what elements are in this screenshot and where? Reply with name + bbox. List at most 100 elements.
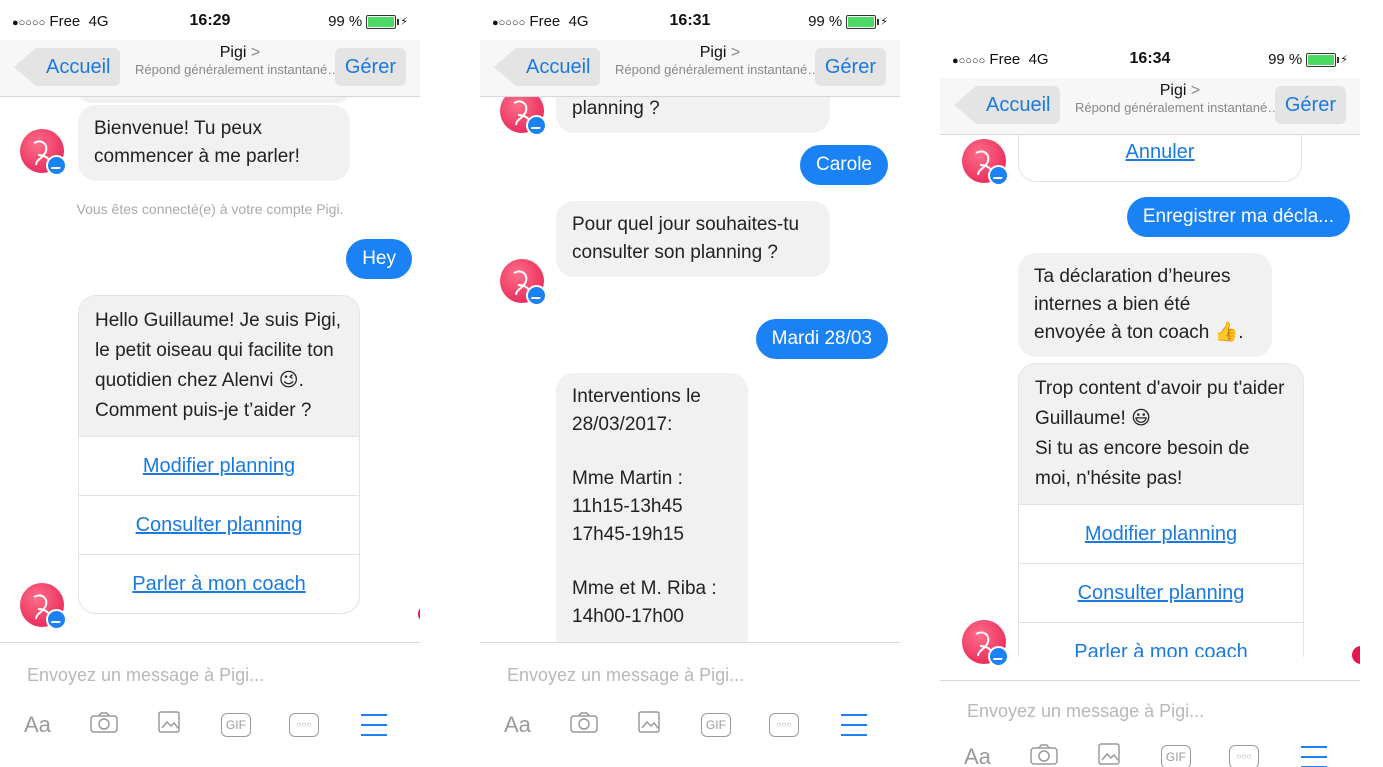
user-message: Mardi 28/03 bbox=[755, 319, 888, 359]
more-icon[interactable]: ○○○ bbox=[288, 712, 319, 737]
phone-screen-2: ●○○○○ Free 4G 16:31 99 % ⚡ Accueil Pigi >… bbox=[480, 0, 900, 767]
text-format-icon[interactable]: Aa bbox=[964, 744, 991, 767]
manage-button[interactable]: Gérer bbox=[814, 48, 886, 86]
conversation-title[interactable]: Pigi > Répond généralement instantanémen… bbox=[1075, 82, 1285, 115]
text-format-icon[interactable]: Aa bbox=[24, 712, 51, 738]
bot-avatar[interactable] bbox=[20, 129, 67, 176]
bot-quick-replies-card: Hello Guillaume! Je suis Pigi, le petit … bbox=[78, 295, 360, 614]
contact-subtitle: Répond généralement instantanément bbox=[1075, 100, 1285, 115]
bot-message: Trop content d'avoir pu t'aider Guillaum… bbox=[1035, 378, 1285, 429]
user-message: Enregistrer ma décla... bbox=[1126, 197, 1350, 237]
phone-screen-3: ●○○○○ Free 4G 16:34 99 % ⚡ Accueil Pigi >… bbox=[940, 38, 1360, 767]
battery-level: 99 % bbox=[808, 13, 843, 30]
nav-bar: Accueil Pigi > Répond généralement insta… bbox=[0, 40, 420, 97]
camera-icon[interactable] bbox=[89, 710, 119, 739]
option-consulter-planning[interactable]: Consulter planning bbox=[79, 495, 359, 554]
bot-message: planning ? bbox=[556, 97, 830, 133]
gallery-icon[interactable] bbox=[637, 709, 663, 740]
bot-message: Pour quel jour souhaites-tu consulter so… bbox=[556, 201, 830, 277]
battery-icon bbox=[366, 14, 400, 29]
composer: Envoyez un message à Pigi... Aa GIF ○○○ bbox=[940, 680, 1360, 767]
bot-avatar[interactable] bbox=[962, 139, 1009, 186]
phone-screen-1: ●○○○○ Free 4G 16:29 99 % ⚡ Accueil Pigi >… bbox=[0, 0, 420, 767]
status-bar: ●○○○○ Free 4G 16:34 99 % ⚡ bbox=[940, 38, 1360, 78]
menu-icon[interactable] bbox=[360, 713, 387, 736]
bot-avatar[interactable] bbox=[500, 259, 547, 306]
conversation-title[interactable]: Pigi > Répond généralement instantanémen… bbox=[615, 44, 825, 77]
chevron-right-icon: > bbox=[250, 44, 261, 61]
gif-icon[interactable]: GIF bbox=[700, 712, 731, 737]
messenger-badge-icon bbox=[46, 609, 67, 630]
bot-avatar[interactable] bbox=[500, 97, 547, 136]
more-icon[interactable]: ○○○ bbox=[1228, 744, 1259, 767]
bot-quick-replies-card: Trop content d'avoir pu t'aider Guillaum… bbox=[1018, 363, 1304, 657]
bot-avatar[interactable] bbox=[20, 583, 67, 630]
message-input[interactable]: Envoyez un message à Pigi... bbox=[967, 701, 1204, 722]
back-button[interactable]: Accueil bbox=[494, 48, 601, 86]
contact-subtitle: Répond généralement instantanément bbox=[135, 62, 345, 77]
battery-icon bbox=[1306, 52, 1340, 67]
bot-message: Bienvenue! Tu peux commencer à me parler… bbox=[78, 105, 350, 181]
composer-toolbar: Aa GIF ○○○ bbox=[964, 741, 1360, 767]
message-input[interactable]: Envoyez un message à Pigi... bbox=[27, 665, 264, 686]
chat-area[interactable]: planning ? Carole Pour quel jour souhait… bbox=[480, 97, 900, 643]
battery-level: 99 % bbox=[1268, 51, 1303, 68]
chat-area[interactable]: Annuler Enregistrer ma décla... Ta décla… bbox=[940, 135, 1360, 657]
option-modifier-planning[interactable]: Modifier planning bbox=[1019, 504, 1303, 563]
option-consulter-planning[interactable]: Consulter planning bbox=[1019, 563, 1303, 622]
messenger-badge-icon bbox=[988, 165, 1009, 186]
contact-subtitle: Répond généralement instantanément bbox=[615, 62, 825, 77]
option-parler-coach[interactable]: Parler à mon coach bbox=[79, 554, 359, 613]
manage-button[interactable]: Gérer bbox=[1274, 86, 1346, 124]
contact-name: Pigi bbox=[699, 44, 727, 61]
gif-icon[interactable]: GIF bbox=[220, 712, 251, 737]
back-button[interactable]: Accueil bbox=[954, 86, 1061, 124]
composer-toolbar: Aa GIF ○○○ bbox=[504, 709, 900, 740]
seen-indicator bbox=[418, 605, 420, 623]
manage-button[interactable]: Gérer bbox=[334, 48, 406, 86]
messenger-badge-icon bbox=[526, 115, 547, 136]
menu-icon[interactable] bbox=[840, 713, 867, 736]
composer: Envoyez un message à Pigi... Aa GIF ○○○ bbox=[480, 642, 900, 767]
user-message: Carole bbox=[800, 145, 888, 185]
chat-area[interactable]: Bienvenue! Tu peux commencer à me parler… bbox=[0, 97, 420, 643]
chevron-right-icon: > bbox=[1190, 82, 1201, 99]
messenger-badge-icon bbox=[526, 285, 547, 306]
contact-name: Pigi bbox=[219, 44, 247, 61]
camera-icon[interactable] bbox=[569, 710, 599, 739]
battery-icon bbox=[846, 14, 880, 29]
messenger-badge-icon bbox=[46, 155, 67, 176]
bot-message: Ta déclaration d’heures internes a bien … bbox=[1018, 253, 1272, 357]
nav-bar: Accueil Pigi > Répond généralement insta… bbox=[480, 40, 900, 97]
option-modifier-planning[interactable]: Modifier planning bbox=[79, 436, 359, 495]
seen-indicator bbox=[1352, 646, 1360, 664]
system-message: Vous êtes connecté(e) à votre compte Pig… bbox=[76, 201, 344, 217]
bot-avatar[interactable] bbox=[962, 620, 1009, 667]
battery-level: 99 % bbox=[328, 13, 363, 30]
option-annuler[interactable]: Annuler bbox=[1019, 135, 1301, 181]
status-bar: ●○○○○ Free 4G 16:31 99 % ⚡ bbox=[480, 0, 900, 40]
menu-icon[interactable] bbox=[1300, 745, 1327, 767]
text-format-icon[interactable]: Aa bbox=[504, 712, 531, 738]
contact-name: Pigi bbox=[1159, 82, 1187, 99]
option-parler-coach[interactable]: Parler à mon coach bbox=[1019, 622, 1303, 657]
composer-toolbar: Aa GIF ○○○ bbox=[24, 709, 420, 740]
gallery-icon[interactable] bbox=[157, 709, 183, 740]
composer: Envoyez un message à Pigi... Aa GIF ○○○ bbox=[0, 642, 420, 767]
gif-icon[interactable]: GIF bbox=[1160, 744, 1191, 767]
camera-icon[interactable] bbox=[1029, 742, 1059, 767]
status-bar: ●○○○○ Free 4G 16:29 99 % ⚡ bbox=[0, 0, 420, 40]
previous-message-edge bbox=[78, 97, 350, 103]
message-input[interactable]: Envoyez un message à Pigi... bbox=[507, 665, 744, 686]
conversation-title[interactable]: Pigi > Répond généralement instantanémen… bbox=[135, 44, 345, 77]
gallery-icon[interactable] bbox=[1097, 741, 1123, 767]
chevron-right-icon: > bbox=[730, 44, 741, 61]
charging-icon: ⚡ bbox=[1340, 54, 1348, 66]
charging-icon: ⚡ bbox=[400, 16, 408, 28]
back-button[interactable]: Accueil bbox=[14, 48, 121, 86]
messenger-badge-icon bbox=[988, 646, 1009, 667]
charging-icon: ⚡ bbox=[880, 16, 888, 28]
bot-quick-replies-card: Annuler bbox=[1018, 135, 1302, 182]
bot-message: Hello Guillaume! Je suis Pigi, le petit … bbox=[79, 296, 359, 436]
more-icon[interactable]: ○○○ bbox=[768, 712, 799, 737]
